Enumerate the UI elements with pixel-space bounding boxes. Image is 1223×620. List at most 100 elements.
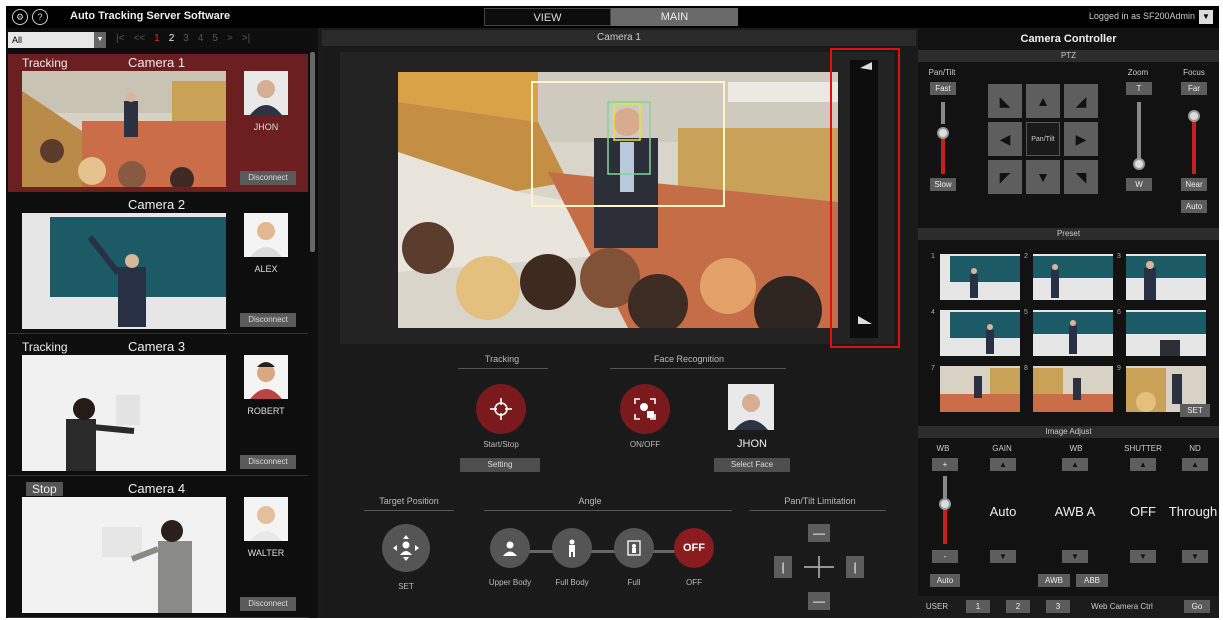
tab-main[interactable]: MAIN [611, 8, 738, 26]
web-camera-go-button[interactable]: Go [1184, 600, 1210, 613]
focus-far-button[interactable]: Far [1181, 82, 1207, 95]
nd-down-button[interactable]: ▼ [1182, 550, 1208, 563]
focus-slider-knob[interactable] [1188, 110, 1200, 122]
preset-7[interactable] [940, 366, 1020, 412]
first-page-button[interactable]: |< [116, 33, 124, 44]
pan-tilt-down-button[interactable]: ▼ [1026, 160, 1060, 194]
camera-thumbnail[interactable] [22, 497, 226, 613]
angle-full-body-button[interactable] [552, 528, 592, 568]
zoom-slider-knob[interactable] [1133, 158, 1145, 170]
preset-5[interactable] [1033, 310, 1113, 356]
tracking-start-stop-button[interactable] [476, 384, 526, 434]
divider [458, 368, 548, 369]
page-1-button[interactable]: 1 [154, 33, 160, 44]
zoom-tele-button[interactable]: T [1126, 82, 1152, 95]
camera-group-value: All [12, 35, 23, 45]
pan-tilt-right-button[interactable]: ▶ [1064, 122, 1098, 156]
wb-label: WB [1069, 444, 1083, 453]
disconnect-button[interactable]: Disconnect [240, 597, 296, 611]
face-recognition-toggle-button[interactable] [620, 384, 670, 434]
shutter-up-button[interactable]: ▲ [1130, 458, 1156, 471]
nd-up-button[interactable]: ▲ [1182, 458, 1208, 471]
limit-left-button[interactable]: | [774, 556, 792, 578]
pan-tilt-up-left-button[interactable]: ◣ [988, 84, 1022, 118]
face-avatar [244, 497, 288, 541]
focus-auto-button[interactable]: Auto [1181, 200, 1207, 213]
camera-card-2[interactable]: Camera 2 ALEX Disconnect [8, 196, 308, 334]
camera-card-1[interactable]: Tracking Camera 1 JHON Disconnect [8, 54, 308, 192]
page-4-button[interactable]: 4 [198, 33, 204, 44]
wb-left-label: WB [936, 444, 950, 453]
disconnect-button[interactable]: Disconnect [240, 171, 296, 185]
zoom-slider[interactable] [850, 60, 878, 338]
help-icon[interactable]: ? [32, 9, 48, 25]
page-3-button[interactable]: 3 [183, 33, 189, 44]
select-face-button[interactable]: Select Face [714, 458, 790, 472]
prev-page-button[interactable]: << [133, 33, 145, 44]
limit-up-button[interactable]: — [808, 524, 830, 542]
settings-icon[interactable]: ⚙ [12, 9, 28, 25]
pan-tilt-home-button[interactable]: Pan/Tilt [1026, 122, 1060, 156]
camera-card-3[interactable]: Tracking Camera 3 ROBERT Disconnect [8, 338, 308, 476]
camera-card-4[interactable]: Stop Camera 4 WALTER Disconnect [8, 480, 308, 618]
angle-full-button[interactable] [614, 528, 654, 568]
awb-button[interactable]: AWB [1038, 574, 1070, 587]
preset-number: 1 [931, 253, 935, 260]
disconnect-button[interactable]: Disconnect [240, 455, 296, 469]
preset-4[interactable] [940, 310, 1020, 356]
user-2-button[interactable]: 2 [1006, 600, 1030, 613]
page-2-button[interactable]: 2 [169, 33, 175, 44]
user-menu-dropdown[interactable]: ▼ [1199, 10, 1213, 24]
tracking-setting-button[interactable]: Setting [460, 458, 540, 472]
wb-plus-button[interactable]: + [932, 458, 958, 471]
wb-minus-button[interactable]: - [932, 550, 958, 563]
preset-8[interactable] [1033, 366, 1113, 412]
web-camera-ctrl-label: Web Camera Ctrl [1091, 602, 1153, 611]
pan-tilt-up-right-button[interactable]: ◢ [1064, 84, 1098, 118]
user-3-button[interactable]: 3 [1046, 600, 1070, 613]
shutter-down-button[interactable]: ▼ [1130, 550, 1156, 563]
wb-mode-down-button[interactable]: ▼ [1062, 550, 1088, 563]
disconnect-button[interactable]: Disconnect [240, 313, 296, 327]
live-video[interactable] [398, 72, 838, 328]
next-page-button[interactable]: > [227, 33, 233, 44]
limit-right-button[interactable]: | [846, 556, 864, 578]
move-cross-icon [802, 556, 836, 578]
shutter-label: SHUTTER [1124, 444, 1162, 453]
pan-tilt-down-left-button[interactable]: ◤ [988, 160, 1022, 194]
speed-fast-button[interactable]: Fast [930, 82, 956, 95]
focus-near-button[interactable]: Near [1181, 178, 1207, 191]
top-nav: VIEW MAIN [484, 8, 738, 26]
pan-tilt-left-button[interactable]: ◀ [988, 122, 1022, 156]
tab-view[interactable]: VIEW [484, 8, 611, 26]
speed-slow-button[interactable]: Slow [930, 178, 956, 191]
wb-mode-up-button[interactable]: ▲ [1062, 458, 1088, 471]
target-position-set-button[interactable] [382, 524, 430, 572]
camera-list-scrollbar[interactable] [310, 52, 315, 252]
last-page-button[interactable]: >| [242, 33, 250, 44]
speed-slider-knob[interactable] [937, 127, 949, 139]
angle-off-button[interactable]: OFF [674, 528, 714, 568]
preset-6[interactable] [1126, 310, 1206, 356]
camera-thumbnail[interactable] [22, 355, 226, 471]
gain-up-button[interactable]: ▲ [990, 458, 1016, 471]
wb-slider-knob[interactable] [939, 498, 951, 510]
camera-name: Camera 4 [128, 481, 186, 496]
angle-upper-body-button[interactable] [490, 528, 530, 568]
preset-1[interactable] [940, 254, 1020, 300]
page-5-button[interactable]: 5 [212, 33, 218, 44]
pan-tilt-up-button[interactable]: ▲ [1026, 84, 1060, 118]
camera-thumbnail[interactable] [22, 71, 226, 187]
limit-down-button[interactable]: — [808, 592, 830, 610]
preset-2[interactable] [1033, 254, 1113, 300]
pan-tilt-down-right-button[interactable]: ◥ [1064, 160, 1098, 194]
user-1-button[interactable]: 1 [966, 600, 990, 613]
abb-button[interactable]: ABB [1076, 574, 1108, 587]
camera-group-select[interactable]: All ▼ [8, 32, 106, 48]
camera-thumbnail[interactable] [22, 213, 226, 329]
preset-3[interactable] [1126, 254, 1206, 300]
zoom-wide-button[interactable]: W [1126, 178, 1152, 191]
preset-set-button[interactable]: SET [1180, 404, 1210, 417]
wb-auto-button[interactable]: Auto [930, 574, 960, 587]
gain-down-button[interactable]: ▼ [990, 550, 1016, 563]
